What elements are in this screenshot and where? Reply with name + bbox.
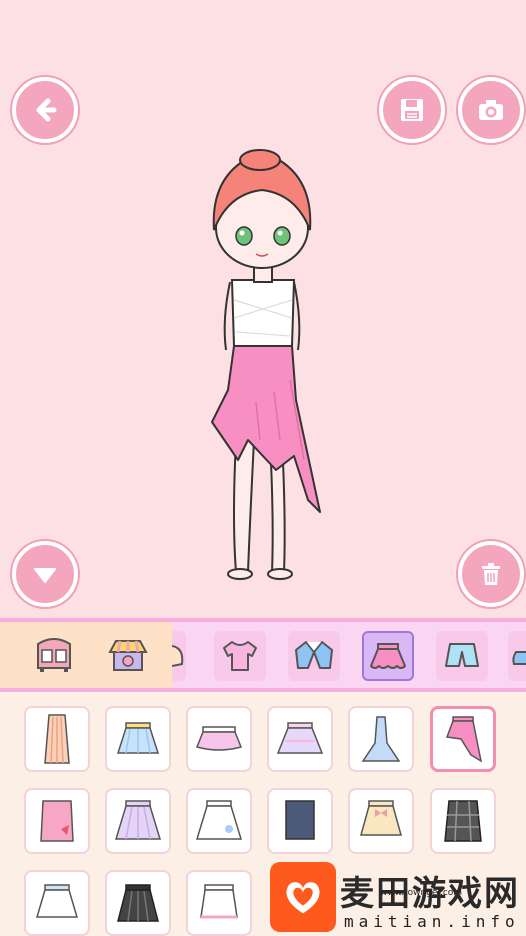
- tab-tops[interactable]: [214, 631, 266, 681]
- item-blue-pleated-skirt[interactable]: [105, 706, 171, 772]
- item-lilac-flared-skirt[interactable]: [105, 788, 171, 854]
- tab-shorts[interactable]: [436, 631, 488, 681]
- character-doll[interactable]: [196, 140, 336, 590]
- shop-icon: [108, 640, 148, 671]
- item-cream-bow-skirt[interactable]: [348, 788, 414, 854]
- collapse-panel-button[interactable]: [12, 541, 78, 607]
- save-button[interactable]: [379, 77, 445, 143]
- trash-icon: [482, 563, 500, 585]
- site-watermark: 麦田游戏网 www.towngel.com maitian.info: [270, 862, 526, 936]
- shop-tab[interactable]: [102, 631, 154, 681]
- trash-button[interactable]: [458, 541, 524, 607]
- arrow-left-icon: [36, 98, 57, 122]
- tab-hair[interactable]: [172, 631, 186, 681]
- item-white-lace-skirt[interactable]: [24, 870, 90, 936]
- tab-shoes[interactable]: [508, 631, 526, 681]
- category-bar: [0, 618, 526, 692]
- item-blue-mermaid-skirt[interactable]: [348, 706, 414, 772]
- item-white-flower-skirt[interactable]: [186, 788, 252, 854]
- wardrobe-icon: [37, 638, 71, 672]
- watermark-url: www.towngel.com: [380, 888, 463, 898]
- item-pink-asymmetric-skirt[interactable]: [430, 706, 496, 772]
- item-white-frill-skirt[interactable]: [186, 870, 252, 936]
- shorts-icon: [445, 643, 479, 667]
- scene-selector: [0, 622, 172, 688]
- item-long-striped-skirt[interactable]: [24, 706, 90, 772]
- tab-skirts[interactable]: [362, 631, 414, 681]
- item-pastel-tulle-skirt[interactable]: [267, 706, 333, 772]
- shoes-icon: [512, 651, 526, 665]
- camera-button[interactable]: [458, 77, 524, 143]
- item-pink-bow-skirt[interactable]: [24, 788, 90, 854]
- tab-jackets[interactable]: [288, 631, 340, 681]
- heart-logo-icon: [286, 882, 320, 914]
- item-plaid-skirt[interactable]: [430, 788, 496, 854]
- floppy-disk-icon: [401, 99, 423, 121]
- back-button[interactable]: [12, 77, 78, 143]
- item-navy-pencil-skirt[interactable]: [267, 788, 333, 854]
- jacket-icon: [295, 641, 333, 669]
- camera-icon: [479, 100, 503, 120]
- watermark-subtitle: maitian.info: [344, 912, 520, 931]
- triangle-down-icon: [34, 568, 56, 583]
- hair-icon: [172, 645, 184, 667]
- skirt-icon: [370, 643, 406, 669]
- item-black-pleated-skirt[interactable]: [105, 870, 171, 936]
- dressup-stage: [0, 0, 526, 618]
- item-pink-tutu-skirt[interactable]: [186, 706, 252, 772]
- top-icon: [223, 641, 257, 671]
- wardrobe-tab[interactable]: [28, 631, 80, 681]
- watermark-logo: [270, 862, 336, 932]
